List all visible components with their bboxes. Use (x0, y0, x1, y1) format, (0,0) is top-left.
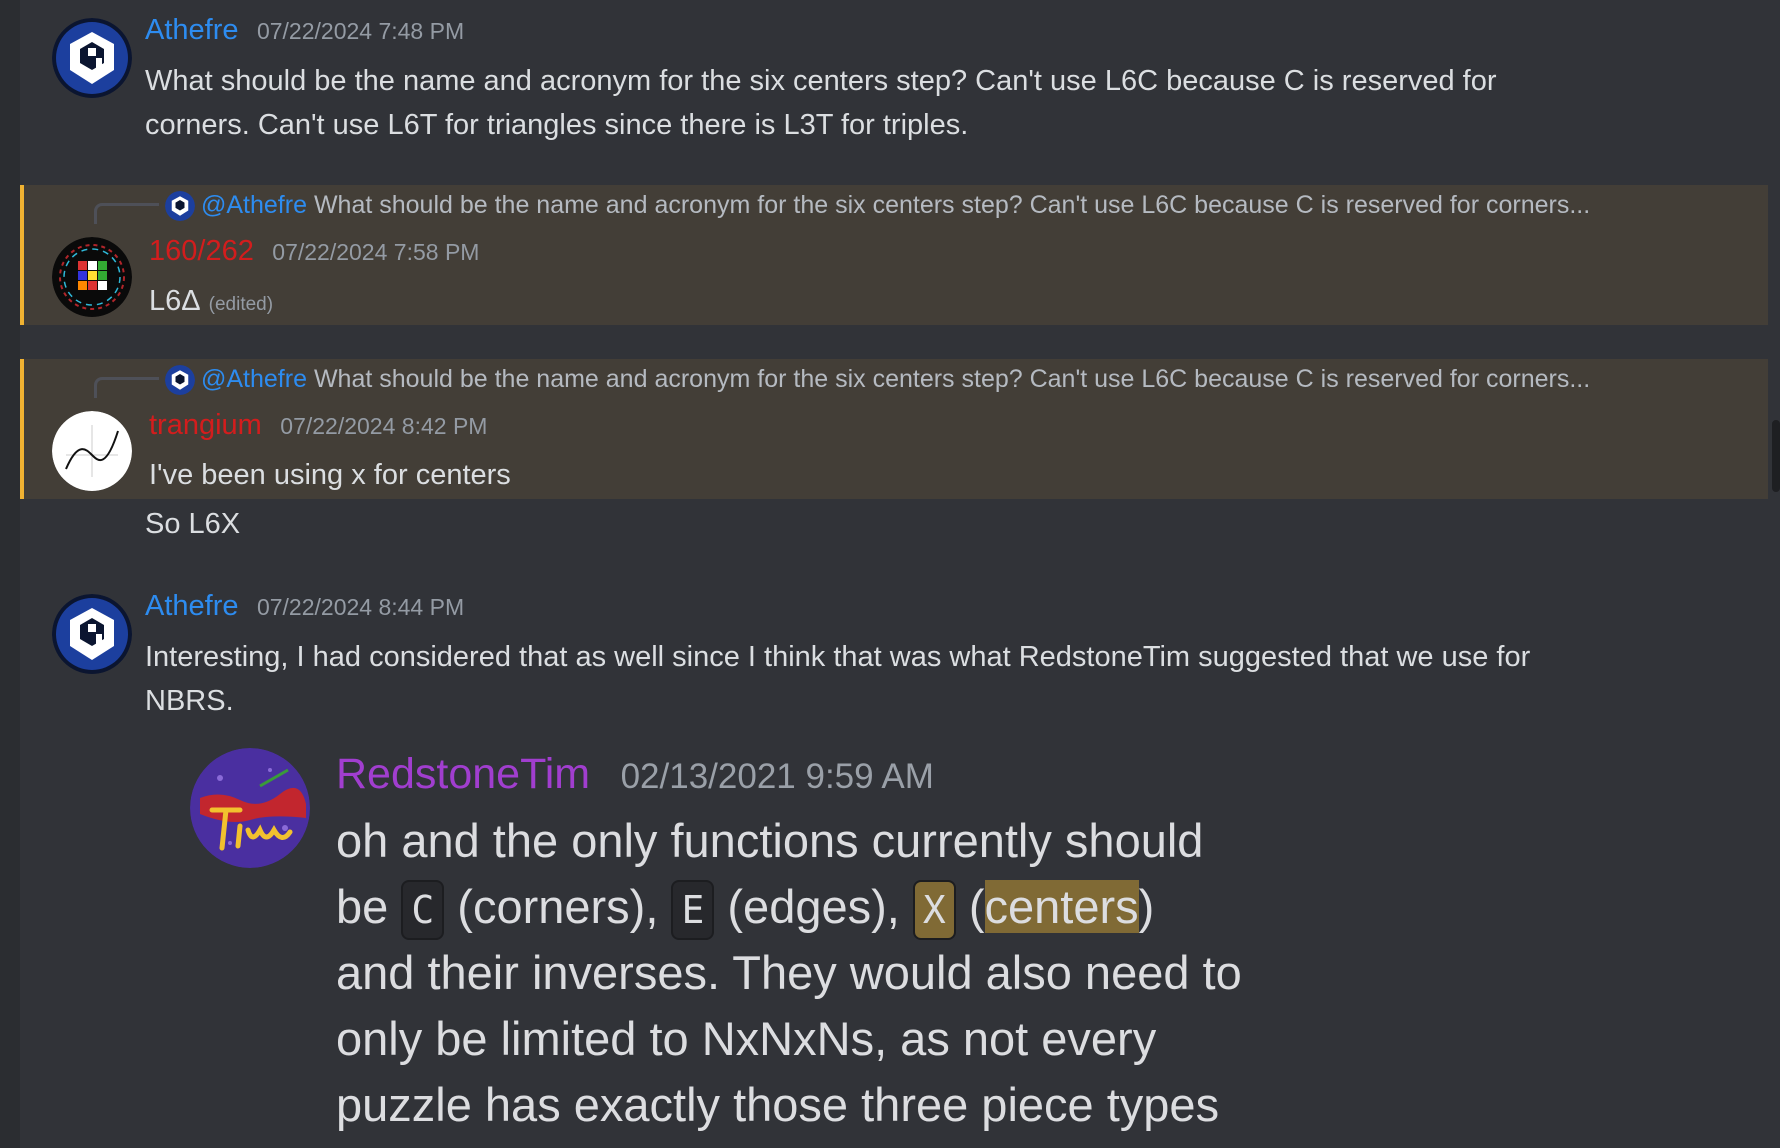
reply-mention[interactable]: @Athefre (201, 365, 307, 393)
athefre-avatar[interactable] (52, 18, 132, 98)
reply-preview[interactable]: @Athefre What should be the name and acr… (165, 191, 1591, 222)
reply-preview-text: What should be the name and acronym for … (313, 365, 1591, 393)
message-text-line: corners. Can't use L6T for triangles sin… (145, 109, 969, 141)
reply-avatar-icon (165, 191, 195, 222)
inline-code-highlighted: X (912, 880, 956, 940)
embed-author-name: RedstoneTim (336, 750, 591, 798)
160-262-avatar[interactable] (52, 237, 132, 317)
scrollbar-thumb[interactable] (1772, 420, 1780, 492)
embed-word: (corners), (457, 880, 659, 933)
embed-word: ( (968, 880, 985, 933)
embed-text-line: puzzle has exactly those three piece typ… (336, 1078, 1220, 1131)
message-followup-text: So L6X (145, 508, 241, 540)
trangium-avatar[interactable] (52, 411, 132, 491)
author-name[interactable]: Athefre (145, 590, 239, 622)
embed-timestamp: 02/13/2021 9:59 AM (620, 757, 934, 796)
cube-logo-icon (52, 594, 132, 674)
timestamp[interactable]: 07/22/2024 8:44 PM (257, 594, 464, 620)
embed-word: be (336, 880, 389, 933)
tim-signature-icon (190, 748, 310, 868)
embedded-screenshot[interactable]: RedstoneTim 02/13/2021 9:59 AM oh and th… (190, 748, 1250, 1148)
timestamp[interactable]: 07/22/2024 7:58 PM (272, 239, 479, 265)
inline-code: E (671, 880, 715, 940)
timestamp[interactable]: 07/22/2024 7:48 PM (257, 18, 464, 44)
message-trangium: @Athefre What should be the name and acr… (20, 359, 1768, 499)
reply-preview-text: What should be the name and acronym for … (313, 191, 1591, 219)
embed-text-line: be C (corners), E (edges), X (centers) (336, 874, 1242, 940)
embed-word: (edges), (727, 880, 900, 933)
message-text: I've been using x for centers (149, 459, 511, 491)
message-text-line: Interesting, I had considered that as we… (145, 641, 1531, 673)
reply-avatar-icon (165, 365, 195, 396)
author-name[interactable]: Athefre (145, 14, 239, 46)
inline-code: C (401, 880, 445, 940)
cube-logo-icon (52, 18, 132, 98)
rubiks-cube-icon (52, 237, 132, 317)
author-name[interactable]: 160/262 (149, 235, 254, 267)
reply-mention[interactable]: @Athefre (201, 191, 307, 219)
reply-connector (94, 377, 159, 398)
message-athefre-2: Athefre 07/22/2024 8:44 PM Interesting, … (20, 576, 1768, 1148)
redstonetim-avatar (190, 748, 310, 868)
edited-tag: (edited) (208, 294, 274, 315)
search-highlight: centers (984, 880, 1139, 933)
curve-graph-icon (52, 411, 132, 491)
message-text-line: NBRS. (145, 685, 234, 717)
embed-text-line: oh and the only functions currently shou… (336, 814, 1204, 867)
message-athefre-1: Athefre 07/22/2024 7:48 PM What should b… (20, 0, 1768, 160)
message-160-262: @Athefre What should be the name and acr… (20, 185, 1768, 325)
timestamp[interactable]: 07/22/2024 8:42 PM (280, 413, 487, 439)
embed-text-line: and their inverses. They would also need… (336, 946, 1242, 999)
message-text-line: What should be the name and acronym for … (145, 65, 1497, 97)
athefre-avatar[interactable] (52, 594, 132, 674)
embed-text-line: only be limited to NxNxNs, as not every (336, 1012, 1157, 1065)
reply-preview[interactable]: @Athefre What should be the name and acr… (165, 365, 1591, 396)
message-text: L6Δ (149, 285, 201, 317)
embed-word: ) (1138, 880, 1155, 933)
reply-connector (94, 203, 159, 224)
left-gutter (0, 0, 20, 1148)
author-name[interactable]: trangium (149, 409, 262, 441)
